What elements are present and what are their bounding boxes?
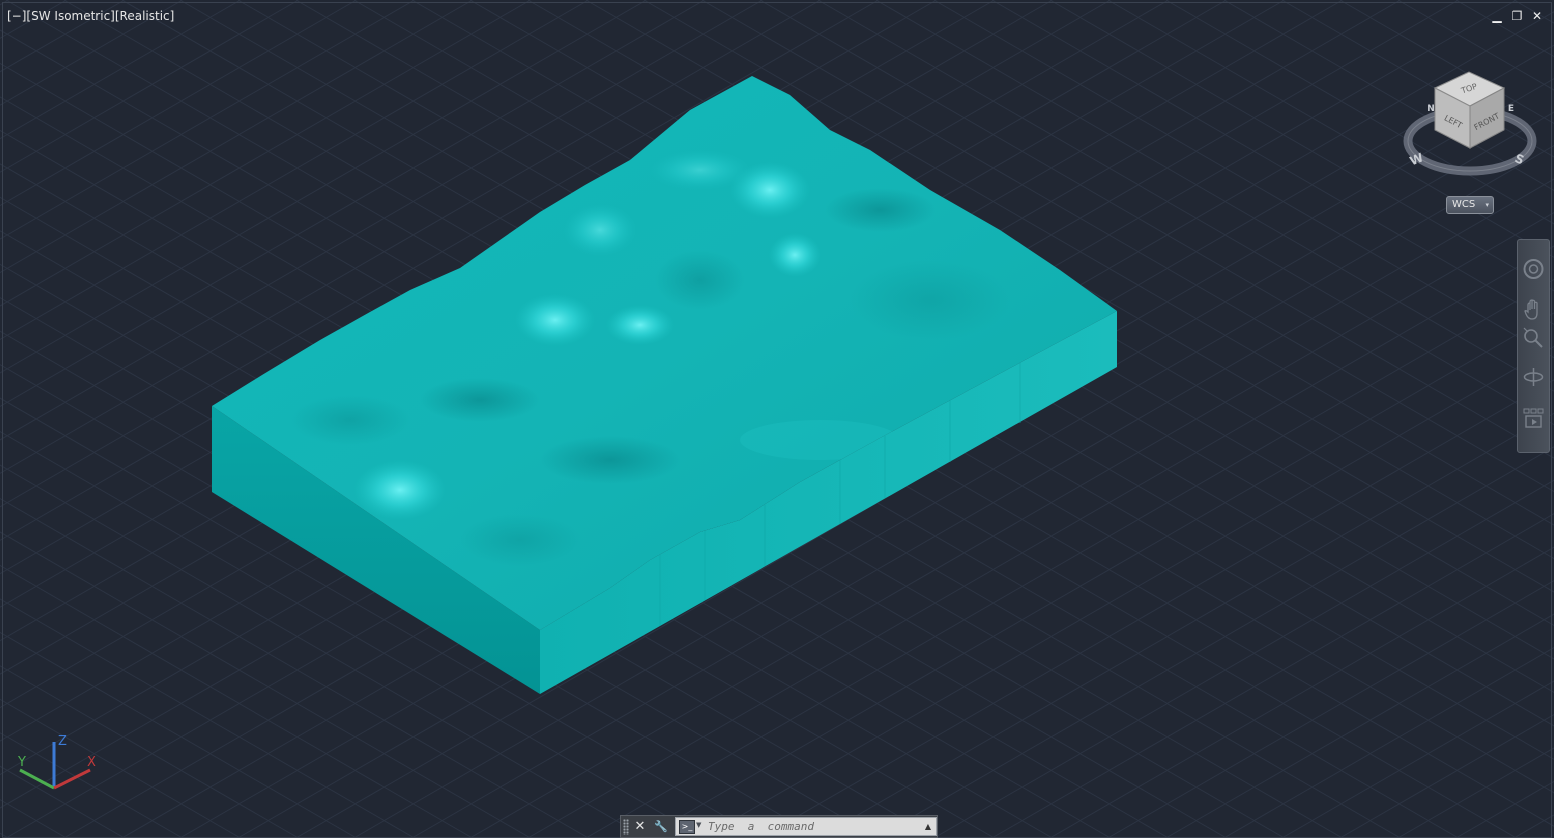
ucs-x-label: X	[87, 755, 96, 770]
minimize-icon[interactable]: ▁	[1490, 9, 1504, 23]
viewport-window-controls: ▁ ❐ ✕	[1490, 9, 1544, 23]
customize-icon[interactable]: 🔧	[652, 818, 670, 836]
close-icon[interactable]: ✕	[1530, 9, 1544, 23]
command-input[interactable]	[708, 819, 918, 834]
model-viewport[interactable]: [−][SW Isometric][Realistic] ▁ ❐ ✕ TOP L…	[0, 0, 1554, 838]
chevron-down-icon: ▾	[1485, 201, 1489, 209]
wcs-label: WCS	[1452, 199, 1476, 210]
drag-handle[interactable]	[623, 819, 629, 835]
ucs-z-label: Z	[58, 734, 67, 749]
ucs-icon[interactable]: Z Y X	[12, 730, 112, 800]
showmotion-icon[interactable]	[1522, 406, 1545, 430]
orbit-icon[interactable]	[1522, 365, 1545, 389]
wcs-menu[interactable]: WCS ▾	[1446, 196, 1494, 214]
visual-style-menu[interactable]: [Realistic]	[115, 9, 174, 23]
scene-canvas	[0, 0, 1554, 838]
command-line: ✕ 🔧 >_ ▼ ▲	[620, 815, 938, 838]
compass-north-label[interactable]: N	[1427, 104, 1435, 114]
command-prompt-icon[interactable]: >_	[679, 820, 695, 834]
steering-wheel-icon[interactable]	[1522, 256, 1545, 280]
zoom-extents-icon[interactable]	[1522, 326, 1545, 350]
view-menu[interactable]: [SW Isometric]	[26, 9, 114, 23]
command-history-icon[interactable]: ▲	[922, 820, 934, 833]
navigation-bar	[1517, 239, 1550, 453]
viewcube[interactable]: TOP LEFT FRONT W S N E	[1400, 66, 1540, 186]
chevron-down-icon[interactable]: ▼	[696, 821, 701, 829]
restore-icon[interactable]: ❐	[1510, 9, 1524, 23]
ucs-y-label: Y	[17, 755, 26, 770]
command-input-wrapper: >_ ▼ ▲	[675, 817, 937, 836]
close-icon[interactable]: ✕	[631, 818, 649, 836]
viewport-controls-menu[interactable]: [−]	[7, 9, 26, 23]
viewport-label: [−][SW Isometric][Realistic]	[7, 9, 174, 23]
pan-icon[interactable]	[1522, 298, 1545, 322]
compass-east-label[interactable]: E	[1508, 104, 1514, 114]
